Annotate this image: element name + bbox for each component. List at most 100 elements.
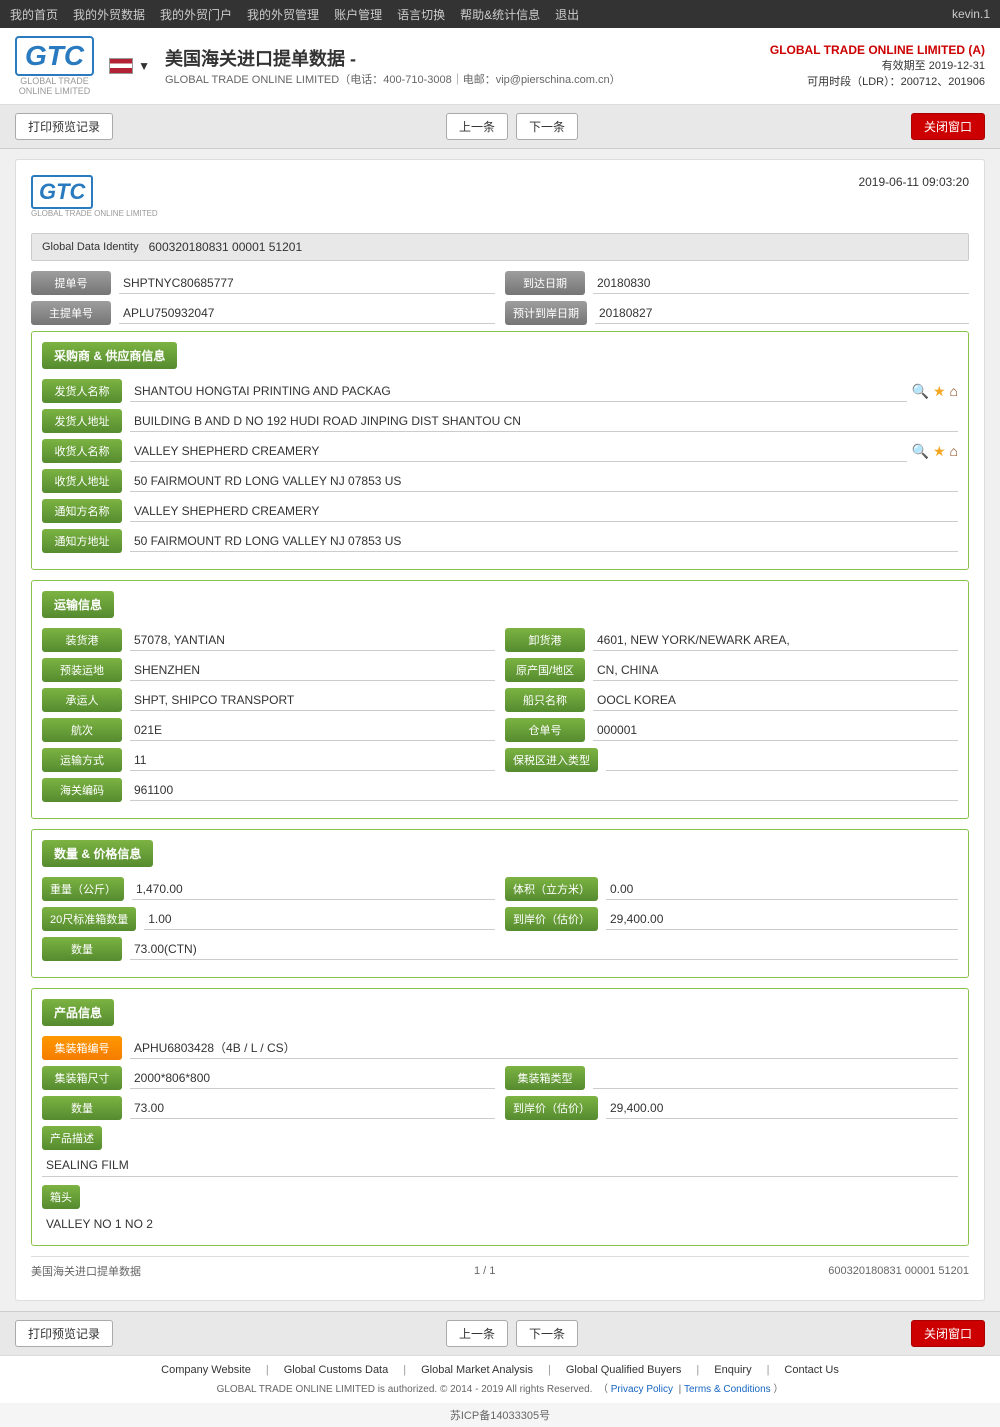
arrival-date-value: 20180830	[593, 272, 969, 294]
search-icon-2[interactable]: 🔍	[912, 443, 929, 460]
nav-language[interactable]: 语言切换	[397, 6, 445, 23]
close-button[interactable]: 关闭窗口	[911, 113, 985, 140]
notify-addr-value: 50 FAIRMOUNT RD LONG VALLEY NJ 07853 US	[130, 530, 958, 552]
card-footer: 美国海关进口提单数据 1 / 1 600320180831 00001 5120…	[31, 1256, 969, 1285]
footer-link-buyers[interactable]: Global Qualified Buyers	[566, 1364, 682, 1376]
footer-link-enquiry[interactable]: Enquiry	[714, 1364, 751, 1376]
gdi-label: Global Data Identity	[42, 241, 139, 253]
landing-price-value: 29,400.00	[606, 908, 958, 930]
bill-no-value: SHPTNYC80685777	[119, 272, 495, 294]
footer-link-contact[interactable]: Contact Us	[784, 1364, 838, 1376]
shipper-name-value: SHANTOU HONGTAI PRINTING AND PACKAG	[130, 380, 907, 402]
next-button[interactable]: 下一条	[516, 113, 578, 140]
logo-text: GTC	[15, 36, 94, 76]
footer-link-market[interactable]: Global Market Analysis	[421, 1364, 533, 1376]
container-type-label: 集装箱类型	[505, 1066, 585, 1090]
nav-portal[interactable]: 我的外贸门户	[160, 6, 232, 23]
notify-name-row: 通知方名称 VALLEY SHEPHERD CREAMERY	[42, 499, 958, 523]
estimated-arrival-field: 预计到岸日期 20180827	[505, 301, 969, 325]
bonded-value	[606, 749, 958, 771]
carrier-value: SHPT, SHIPCO TRANSPORT	[130, 689, 495, 711]
current-user: kevin.1	[952, 7, 990, 21]
container-no-value: APHU6803428（4B / L / CS）	[130, 1037, 958, 1059]
pre-dest-value: SHENZHEN	[130, 659, 495, 681]
logo-subtitle: GLOBAL TRADEONLINE LIMITED	[15, 76, 94, 96]
print-button[interactable]: 打印预览记录	[15, 113, 113, 140]
unloading-port-field: 卸货港 4601, NEW YORK/NEWARK AREA,	[505, 628, 958, 652]
home-icon[interactable]: ⌂	[950, 383, 958, 399]
quantity-section-header: 数量 & 价格信息	[42, 840, 153, 867]
voyage-field: 航次 021E	[42, 718, 495, 742]
product-desc-value: SEALING FILM	[42, 1154, 958, 1177]
origin-label: 原产国/地区	[505, 658, 585, 682]
prod-price-label: 到岸价（估价）	[505, 1096, 598, 1120]
consignee-addr-label: 收货人地址	[42, 469, 122, 493]
footer-sep-1: |	[266, 1364, 269, 1376]
unloading-port-value: 4601, NEW YORK/NEWARK AREA,	[593, 629, 958, 651]
top-nav-items: 我的首页 我的外贸数据 我的外贸门户 我的外贸管理 账户管理 语言切换 帮助&统…	[10, 6, 579, 23]
bonded-label: 保税区进入类型	[505, 748, 598, 772]
star-icon-2[interactable]: ★	[933, 443, 946, 460]
vessel-field: 船只名称 OOCL KOREA	[505, 688, 958, 712]
transport-mode-field: 运输方式 11	[42, 748, 495, 772]
page-header: GTC GLOBAL TRADEONLINE LIMITED ▼ 美国海关进口提…	[0, 28, 1000, 105]
nav-help[interactable]: 帮助&统计信息	[460, 6, 540, 23]
arrival-date-field: 到达日期 20180830	[505, 271, 969, 295]
prev-button[interactable]: 上一条	[446, 113, 508, 140]
container-no-label: 集装箱编号	[42, 1036, 122, 1060]
footer-sep-5: |	[767, 1364, 770, 1376]
ports-row: 装货港 57078, YANTIAN 卸货港 4601, NEW YORK/NE…	[42, 628, 958, 652]
language-selector[interactable]: ▼	[109, 58, 150, 74]
product-desc-label: 产品描述	[42, 1126, 102, 1150]
volume-field: 体积（立方米） 0.00	[505, 877, 958, 901]
master-bill-label: 主提单号	[31, 301, 111, 325]
card-datetime: 2019-06-11 09:03:20	[858, 175, 969, 189]
flag-dropdown[interactable]: ▼	[138, 59, 150, 73]
product-mark-wrapper: 箱头 VALLEY NO 1 NO 2	[42, 1185, 958, 1235]
nav-manage[interactable]: 我的外贸管理	[247, 6, 319, 23]
nav-logout[interactable]: 退出	[555, 6, 579, 23]
bottom-toolbar-center: 上一条 下一条	[446, 1320, 578, 1347]
estimated-arrival-value: 20180827	[595, 302, 969, 324]
transport-bonded-row: 运输方式 11 保税区进入类型	[42, 748, 958, 772]
vessel-value: OOCL KOREA	[593, 689, 958, 711]
bottom-prev-button[interactable]: 上一条	[446, 1320, 508, 1347]
volume-label: 体积（立方米）	[505, 877, 598, 901]
prod-qty-field: 数量 73.00	[42, 1096, 495, 1120]
supplier-section-header: 采购商 & 供应商信息	[42, 342, 177, 369]
bottom-print-button[interactable]: 打印预览记录	[15, 1320, 113, 1347]
customs-code-value: 961100	[130, 779, 958, 801]
gdi-row: Global Data Identity 600320180831 00001 …	[31, 233, 969, 261]
footer-link-company[interactable]: Company Website	[161, 1364, 251, 1376]
shipper-addr-label: 发货人地址	[42, 409, 122, 433]
bottom-next-button[interactable]: 下一条	[516, 1320, 578, 1347]
page-title: 美国海关进口提单数据 -	[165, 45, 621, 71]
nav-data[interactable]: 我的外贸数据	[73, 6, 145, 23]
consignee-name-row: 收货人名称 VALLEY SHEPHERD CREAMERY 🔍 ★ ⌂	[42, 439, 958, 463]
pre-dest-field: 预装运地 SHENZHEN	[42, 658, 495, 682]
terms-link[interactable]: Terms & Conditions	[684, 1384, 771, 1395]
logo: GTC GLOBAL TRADEONLINE LIMITED	[15, 36, 94, 96]
page-subtitle: GLOBAL TRADE ONLINE LIMITED（电话：400-710-3…	[165, 71, 621, 87]
footer-link-customs[interactable]: Global Customs Data	[284, 1364, 389, 1376]
nav-account[interactable]: 账户管理	[334, 6, 382, 23]
nav-home[interactable]: 我的首页	[10, 6, 58, 23]
footer-sep-3: |	[548, 1364, 551, 1376]
search-icon[interactable]: 🔍	[912, 383, 929, 400]
home-icon-2[interactable]: ⌂	[950, 443, 958, 459]
carrier-label: 承运人	[42, 688, 122, 712]
shipper-addr-value: BUILDING B AND D NO 192 HUDI ROAD JINPIN…	[130, 410, 958, 432]
header-right: GLOBAL TRADE ONLINE LIMITED (A) 有效期至 201…	[770, 43, 985, 89]
star-icon[interactable]: ★	[933, 383, 946, 400]
notify-name-label: 通知方名称	[42, 499, 122, 523]
container20-label: 20尺标准箱数量	[42, 907, 136, 931]
landing-price-field: 到岸价（估价） 29,400.00	[505, 907, 958, 931]
product-section-header: 产品信息	[42, 999, 114, 1026]
weight-field: 重量（公斤） 1,470.00	[42, 877, 495, 901]
weight-label: 重量（公斤）	[42, 877, 124, 901]
bill-no-label: 提单号	[31, 271, 111, 295]
privacy-policy-link[interactable]: Privacy Policy	[611, 1384, 673, 1395]
card-footer-center: 1 / 1	[474, 1265, 495, 1277]
bottom-close-button[interactable]: 关闭窗口	[911, 1320, 985, 1347]
unloading-port-label: 卸货港	[505, 628, 585, 652]
